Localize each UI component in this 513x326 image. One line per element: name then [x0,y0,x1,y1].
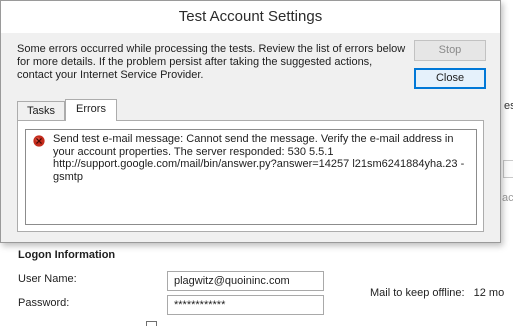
username-label: User Name: [18,273,77,285]
close-button[interactable]: Close [414,68,486,89]
dialog-title: Test Account Settings [1,1,500,33]
error-x-icon [33,135,45,147]
password-field[interactable] [167,295,324,315]
dialog-body: Some errors occurred while processing th… [1,33,500,242]
mail-offline-label: Mail to keep offline: [370,287,465,299]
option-checkbox[interactable] [146,321,157,326]
tab-tasks[interactable]: Tasks [17,101,65,120]
test-account-settings-dialog: Test Account Settings Some errors occurr… [0,0,501,243]
error-message: Send test e-mail message: Cannot send th… [53,133,465,183]
status-message: Some errors occurred while processing th… [17,43,406,81]
username-field[interactable] [167,271,324,291]
stop-button[interactable]: Stop [414,40,486,61]
partial-right-button[interactable] [503,160,513,178]
mail-offline-setting: Mail to keep offline: 12 mo [370,287,504,299]
logon-information-header: Logon Information [18,249,116,261]
partial-right-text: acc [502,192,513,204]
errors-tab-panel: Send test e-mail message: Cannot send th… [17,120,484,232]
tab-errors[interactable]: Errors [65,99,117,121]
error-list[interactable]: Send test e-mail message: Cannot send th… [25,129,477,225]
partial-right-label: es [504,100,513,112]
password-label: Password: [18,297,70,309]
mail-offline-value[interactable]: 12 mo [474,287,505,299]
